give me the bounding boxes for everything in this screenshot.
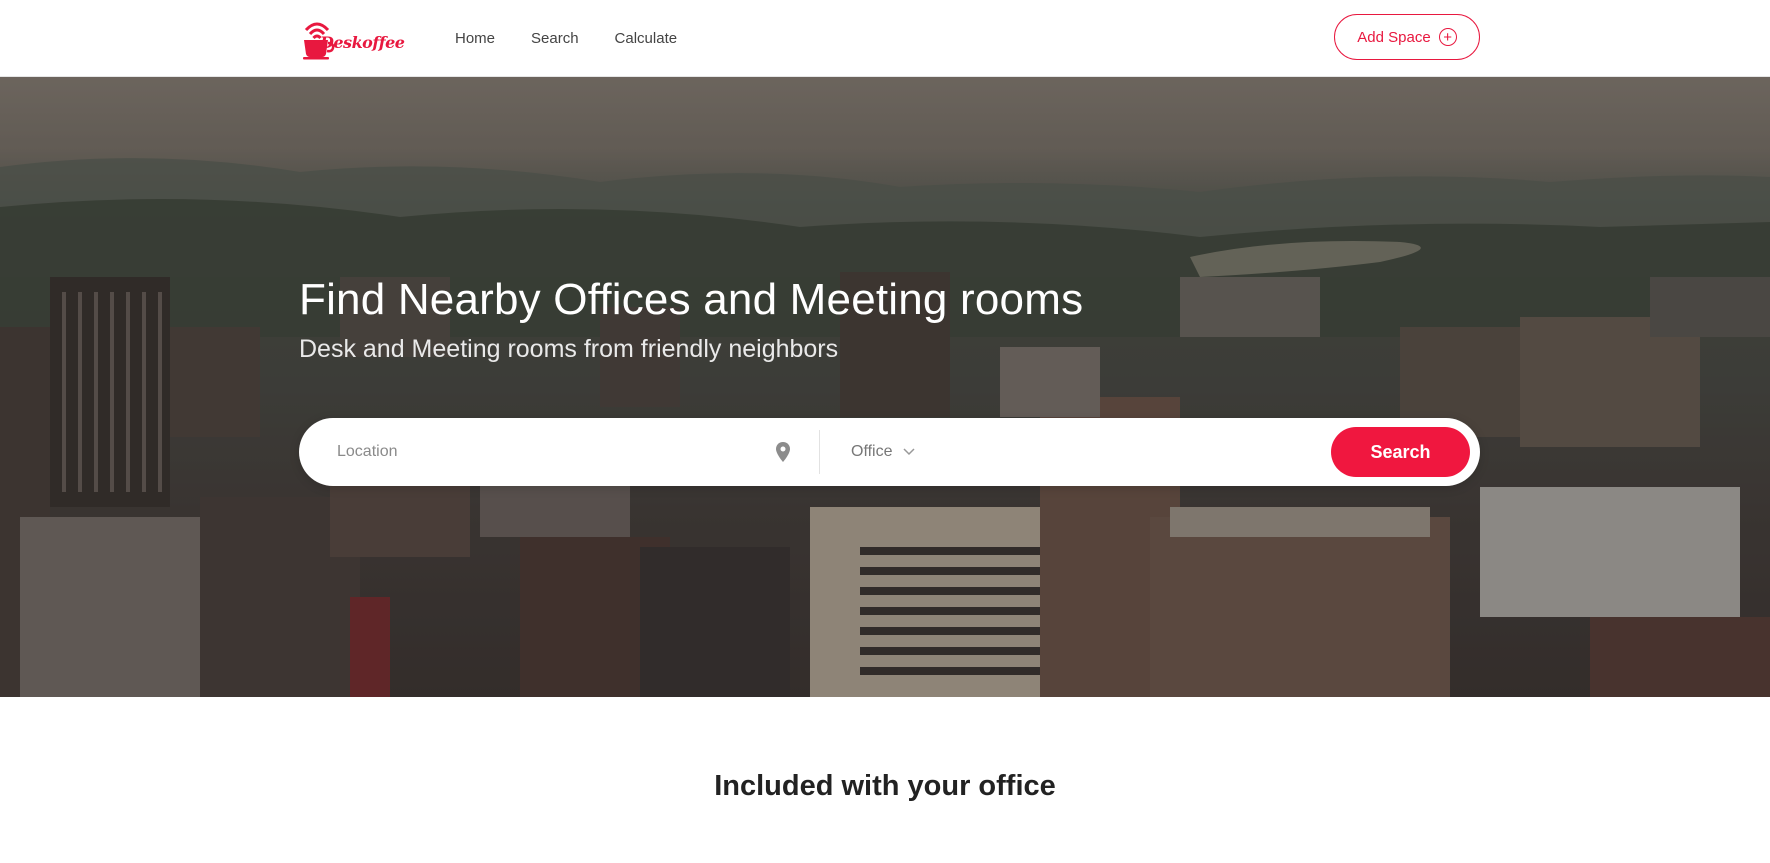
search-divider [819,430,820,474]
nav-home[interactable]: Home [455,30,495,47]
logo-text: Deskoffee [320,33,405,52]
plus-circle-icon: + [1438,28,1457,46]
search-bar: Office Search [299,418,1480,486]
section-title: Included with your office [714,770,1056,802]
nav-search[interactable]: Search [531,30,579,47]
site-header: Deskoffee Home Search Calculate Add Spac… [0,0,1770,77]
add-space-button[interactable]: Add Space + [1334,14,1480,60]
hero-overlay [0,77,1770,697]
add-space-label: Add Space [1357,28,1431,46]
hero-banner: Find Nearby Offices and Meeting rooms De… [0,77,1770,697]
chevron-down-icon [902,448,915,456]
location-input[interactable] [337,418,777,486]
logo[interactable]: Deskoffee [300,18,405,60]
hero-title: Find Nearby Offices and Meeting rooms [299,275,1084,324]
search-button[interactable]: Search [1331,427,1470,477]
space-type-value: Office [851,443,893,460]
hero-subtitle: Desk and Meeting rooms from friendly nei… [299,335,839,363]
main-nav: Home Search Calculate [455,0,713,77]
nav-calculate[interactable]: Calculate [615,30,678,47]
map-pin-icon [776,442,790,462]
space-type-select[interactable]: Office [851,418,915,486]
